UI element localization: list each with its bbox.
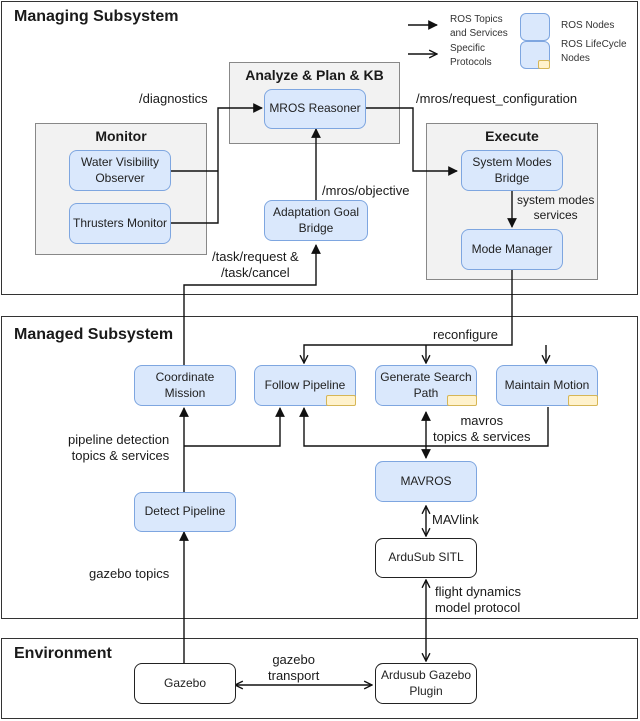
node-label: MROS Reasoner: [269, 101, 361, 116]
legend-topics-label: ROS Topics and Services: [450, 14, 508, 39]
node-maintain-motion[interactable]: Maintain Motion: [496, 365, 598, 406]
label-pipeline-detection: pipeline detection topics & services: [68, 432, 170, 464]
node-mode-manager[interactable]: Mode Manager: [461, 229, 563, 270]
lifecycle-marker-icon: [568, 395, 598, 406]
label-mavros-topics: mavros topics & services: [433, 413, 531, 445]
node-thrusters-monitor[interactable]: Thrusters Monitor: [69, 203, 171, 244]
node-mavros[interactable]: MAVROS: [375, 461, 477, 502]
legend-protocol-label: Specific Protocols: [450, 43, 492, 68]
legend-ros-node-swatch: [520, 13, 550, 41]
node-label: Mode Manager: [471, 241, 553, 256]
lifecycle-marker-icon: [447, 395, 477, 406]
node-detect-pipeline[interactable]: Detect Pipeline: [134, 492, 236, 532]
label-gazebo-transport: gazebo transport: [268, 652, 320, 684]
label-flight-dynamics: flight dynamics model protocol: [435, 584, 521, 616]
node-label: Maintain Motion: [504, 377, 590, 392]
node-label: Follow Pipeline: [264, 377, 346, 392]
node-label: Ardusub Gazebo Plugin: [380, 667, 472, 698]
lifecycle-marker-icon: [326, 395, 356, 406]
label-diagnostics: /diagnostics: [139, 91, 208, 106]
node-label: MAVROS: [400, 473, 452, 488]
node-system-modes-bridge[interactable]: System Modes Bridge: [461, 150, 563, 191]
edge-reasoner-to-smb: [366, 107, 458, 176]
label-mavlink: MAVlink: [432, 512, 479, 527]
label-reconfigure: reconfigure: [433, 327, 499, 342]
node-adaptation-goal-bridge[interactable]: Adaptation Goal Bridge: [264, 200, 368, 241]
node-ardusub-sitl[interactable]: ArduSub SITL: [375, 538, 477, 578]
edge-detect-to-follow: [184, 407, 285, 447]
node-ardusub-gazebo-plugin[interactable]: Ardusub Gazebo Plugin: [375, 663, 477, 704]
node-label: Adaptation Goal Bridge: [272, 204, 360, 235]
label-system-modes-services: system modes services: [517, 193, 595, 222]
label-task-request: /task/request & /task/cancel: [212, 249, 299, 281]
legend-lifecycle-node-swatch: [520, 41, 550, 69]
node-label: Thrusters Monitor: [72, 215, 168, 230]
node-mros-reasoner[interactable]: MROS Reasoner: [264, 89, 366, 129]
legend-ros-nodes-label: ROS Nodes: [561, 20, 615, 31]
node-label: Coordinate Mission: [155, 369, 215, 400]
node-coordinate-mission[interactable]: Coordinate Mission: [134, 365, 236, 406]
lifecycle-marker-icon: [538, 60, 550, 69]
node-follow-pipeline[interactable]: Follow Pipeline: [254, 365, 356, 406]
edge-thrusters-to-reasoner: [171, 103, 263, 224]
node-label: Gazebo: [163, 675, 207, 690]
node-label: Water Visibility Observer: [80, 154, 160, 185]
node-generate-search-path[interactable]: Generate Search Path: [375, 365, 477, 406]
node-label: Detect Pipeline: [144, 504, 226, 519]
legend-lifecycle-nodes-label: ROS LifeCycle Nodes: [561, 39, 627, 64]
label-objective: /mros/objective: [322, 183, 410, 198]
edge-reconfigure-bus: [304, 270, 513, 363]
node-gazebo[interactable]: Gazebo: [134, 663, 236, 704]
label-gazebo-topics: gazebo topics: [89, 566, 170, 581]
node-label: System Modes Bridge: [472, 154, 552, 185]
node-water-visibility-observer[interactable]: Water Visibility Observer: [69, 150, 171, 191]
node-label: ArduSub SITL: [388, 550, 464, 565]
label-request-configuration: /mros/request_configuration: [416, 91, 578, 106]
